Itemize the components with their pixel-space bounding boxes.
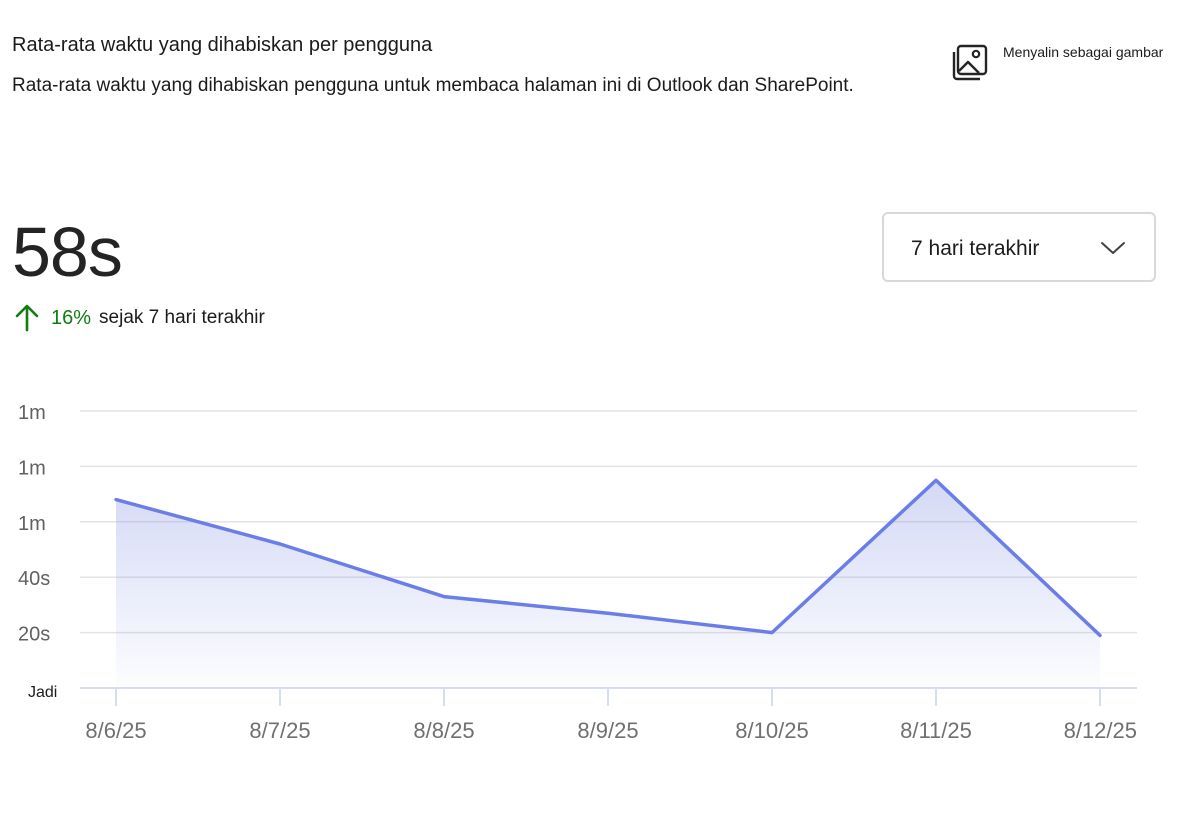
x-tick-label: 8/6/25 — [85, 718, 146, 743]
copy-as-image-label: Menyalin sebagai gambar — [1003, 44, 1164, 60]
average-time-chart: Jadi 20s 40s 1m 1m 1m 8/6/25 8/7/25 8/8/25 8/9/25… — [18, 402, 1137, 743]
y-tick-label: 1m — [18, 513, 46, 535]
x-tick-label: 8/9/25 — [577, 718, 638, 743]
change-period-label: sejak 7 hari terakhir — [99, 307, 265, 328]
x-tick-label: 8/10/25 — [735, 718, 808, 743]
y-tick-label: 1m — [18, 457, 46, 479]
x-tick-label: 8/7/25 — [249, 718, 310, 743]
chart-description: Rata-rata waktu yang dihabiskan pengguna… — [12, 75, 854, 96]
y-tick-label: Jadi — [28, 684, 57, 701]
average-time-value: 58s — [12, 213, 123, 291]
date-range-selected: 7 hari terakhir — [911, 237, 1040, 260]
trend-indicator: 16% sejak 7 hari terakhir — [14, 303, 265, 333]
date-range-dropdown[interactable]: 7 hari terakhir — [882, 212, 1156, 282]
image-icon — [952, 44, 988, 81]
chevron-down-icon — [1101, 242, 1125, 254]
copy-as-image-button[interactable]: Menyalin sebagai gambar — [950, 40, 1180, 84]
y-tick-label: 40s — [18, 568, 50, 590]
x-tick-label: 8/11/25 — [900, 718, 972, 743]
x-tick-label: 8/12/25 — [1064, 718, 1137, 743]
series-area-fill — [116, 480, 1100, 688]
change-percentage: 16% — [51, 306, 92, 329]
x-tick-label: 8/8/25 — [413, 718, 474, 743]
arrow-up-icon — [15, 304, 39, 332]
y-tick-label: 1m — [18, 402, 46, 424]
y-tick-label: 20s — [18, 624, 50, 646]
chart-title: Rata-rata waktu yang dihabiskan per peng… — [12, 34, 433, 56]
